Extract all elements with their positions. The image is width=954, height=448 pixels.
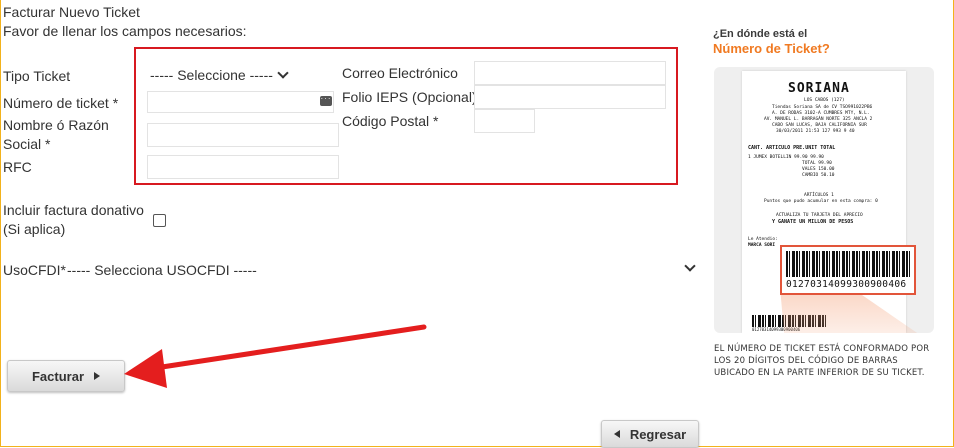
receipt-item: 1 JUMEX BOTELLIN 99.90 99.90 xyxy=(748,155,824,160)
receipt-line5: 30/03/2011 21:53 127 993 9 40 xyxy=(776,129,855,134)
receipt-promo1: ACTUALIZA TU TARJETA DEL APRECIO xyxy=(776,213,863,218)
barcode-highlight: 01270314099300900406 xyxy=(780,245,916,295)
receipt-marca: MARCA SORI xyxy=(748,243,776,248)
receipt-line3: AV. MANUEL L. BARRAGÁN NORTE 325 ANCLA 2 xyxy=(764,117,873,122)
barcode-icon xyxy=(786,251,910,277)
receipt-promo2: Y GANATE UN MILLON DE PESOS xyxy=(772,219,854,225)
receipt-atendio: Le Atendio: xyxy=(748,237,778,242)
receipt-store: LOS CABOS (127) xyxy=(804,98,845,103)
receipt-header: CANT. ARTICULO PRE.UNIT TOTAL xyxy=(748,145,836,151)
receipt-line2: A. DE RODAS 3102-A CUMBRES MTY, N.L. xyxy=(772,111,870,116)
help-title: Número de Ticket? xyxy=(713,41,830,56)
barcode-number: 01270314099300900406 xyxy=(786,279,907,290)
receipt-vales: VALES 150.00 xyxy=(802,167,835,172)
receipt-brand: SORIANA xyxy=(788,81,850,96)
receipt-line4: CABO SAN LUCAS, BAJA CALIFORNIA SUR xyxy=(772,123,867,128)
receipt-articulos: ARTÍCULOS 1 xyxy=(804,193,834,198)
ticket-illustration: SORIANA LOS CABOS (127) Tiendas Soriana … xyxy=(714,67,934,333)
receipt-puntos: Puntos que pudo acumular en esta compra:… xyxy=(764,199,878,204)
receipt-cambio: CAMBIO 50.10 xyxy=(802,173,835,178)
receipt-line1: Tiendas Soriana SA de CV TSO991022PB6 xyxy=(772,105,873,110)
help-note: EL NÚMERO DE TICKET ESTÁ CONFORMADO POR … xyxy=(714,344,930,378)
help-question: ¿En dónde está el xyxy=(713,28,808,40)
receipt-total: TOTAL 99.90 xyxy=(802,161,832,166)
